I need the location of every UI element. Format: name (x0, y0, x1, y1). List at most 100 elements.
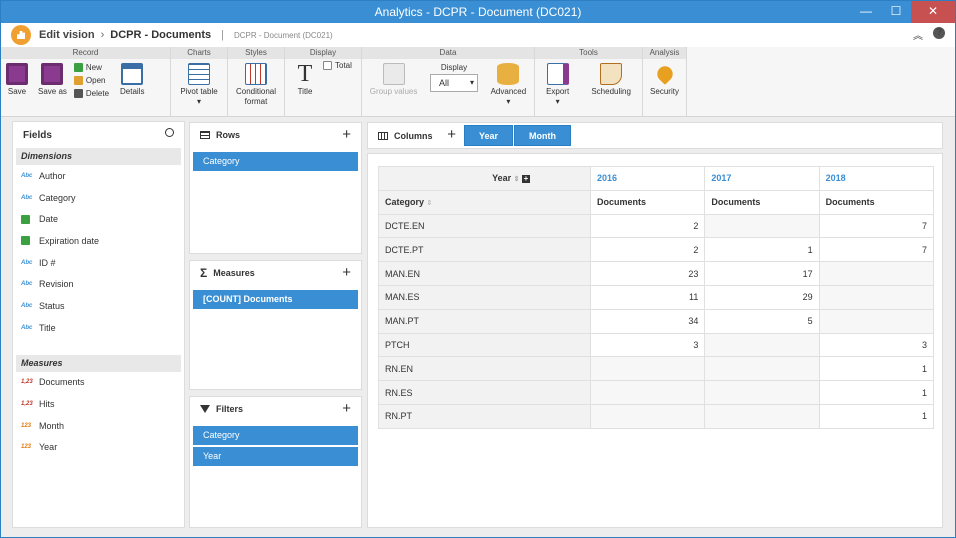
field-label: Year (39, 442, 58, 453)
field-label: Date (39, 214, 59, 225)
dimensions-item[interactable]: Abc Title (13, 317, 184, 339)
title-bar: Analytics - DCPR - Document (DC021) — ☐ … (1, 1, 955, 23)
pivot-table-button[interactable]: Pivot table ▾ (177, 63, 220, 107)
value-cell: 34 (589, 308, 706, 334)
measures-item[interactable]: 123 Month (13, 415, 184, 437)
category-cell: MAN.EN (378, 261, 591, 286)
window-title: Analytics - DCPR - Document (DC021) (374, 5, 582, 19)
close-button[interactable]: ✕ (911, 1, 955, 23)
measures-item[interactable]: 1,23 Documents (13, 372, 184, 394)
value-cell: 29 (704, 284, 820, 310)
table-row: PTCH 3 3 (378, 332, 935, 358)
delete-button[interactable]: Delete (73, 89, 109, 98)
dimensions-item[interactable]: Abc ID # (13, 252, 184, 274)
measures-item[interactable]: 1,23 Hits (13, 393, 184, 415)
field-label: ID # (39, 257, 56, 268)
measures-item[interactable]: 123 Year (13, 437, 184, 459)
table-row: RN.PT 1 (378, 403, 935, 429)
field-label: Author (39, 170, 66, 181)
edit-vision-link[interactable]: Edit vision (39, 29, 95, 41)
analytics-logo-icon (11, 25, 31, 45)
total-checkbox[interactable]: Total (323, 61, 352, 70)
chevron-down-icon: ▾ (555, 97, 560, 106)
new-button[interactable]: New (73, 63, 109, 72)
value-cell: 7 (818, 213, 935, 239)
dimensions-item[interactable]: Expiration date (13, 230, 184, 252)
add-filter-button[interactable]: + (342, 400, 351, 417)
number-type-icon: 1,23 (21, 379, 33, 386)
table-row: MAN.EN 23 17 (378, 261, 935, 286)
display-select[interactable]: All ▾ (429, 74, 478, 92)
row-chip-category[interactable]: Category (193, 152, 358, 171)
value-cell: 3 (818, 332, 935, 358)
group-values-button[interactable]: Group values (367, 63, 421, 97)
year-2016-header: 2016 (589, 166, 706, 191)
value-cell: 1 (704, 237, 820, 263)
scheduling-button[interactable]: Scheduling (588, 63, 634, 97)
dimensions-item[interactable]: Abc Author (13, 165, 184, 187)
column-chip-year[interactable]: Year (464, 125, 514, 146)
export-button[interactable]: Export ▾ (543, 63, 572, 107)
search-icon[interactable] (165, 128, 174, 137)
dimensions-header: Dimensions (16, 148, 181, 165)
record-group: Record Save Save as New Open Delete Deta… (1, 47, 171, 117)
app-window: Analytics - DCPR - Document (DC021) — ☐ … (0, 0, 956, 538)
year-header-cell[interactable]: Year ⇕ + (378, 166, 591, 191)
scheduling-icon (600, 63, 623, 85)
field-label: Expiration date (39, 235, 100, 246)
expand-plus-icon[interactable]: + (522, 175, 530, 184)
title-button[interactable]: T Title (291, 62, 319, 97)
value-cell: 1 (818, 356, 935, 382)
category-header-cell[interactable]: Category ⇕ (378, 189, 591, 215)
add-measure-button[interactable]: + (342, 264, 351, 281)
save-button[interactable]: Save (3, 63, 31, 97)
measure-chip-count-documents[interactable]: [COUNT] Documents (193, 290, 358, 309)
measure-header-2016: Documents (589, 189, 706, 215)
dimensions-item[interactable]: Abc Category (13, 187, 184, 209)
fields-title: Fields (23, 129, 52, 141)
open-button[interactable]: Open (73, 76, 109, 85)
calendar-icon (21, 214, 30, 224)
advanced-button[interactable]: Advanced ▾ (488, 63, 530, 107)
value-cell: 3 (589, 332, 706, 358)
dimensions-item[interactable]: Abc Status (13, 295, 184, 317)
add-column-button[interactable]: + (447, 126, 456, 143)
conditional-format-button[interactable]: Conditional format (228, 63, 284, 107)
rows-title: Rows (216, 130, 241, 140)
analysis-group: Analysis Security (643, 47, 687, 117)
value-cell (704, 332, 820, 358)
column-chip-month[interactable]: Month (514, 125, 572, 146)
pivot-area: Year ⇕ + 2016 2017 2018 Category ⇕ Docum… (367, 153, 943, 528)
charts-group: Charts Pivot table ▾ (171, 47, 228, 117)
field-label: Documents (39, 377, 85, 388)
filter-icon (200, 405, 210, 413)
add-row-button[interactable]: + (342, 126, 351, 143)
filter-chip-category[interactable]: Category (193, 426, 358, 445)
database-icon (497, 63, 520, 85)
filter-chip-year[interactable]: Year (193, 447, 358, 466)
table-row: DCTE.EN 2 7 (378, 213, 935, 239)
dimensions-item[interactable]: Abc Revision (13, 273, 184, 295)
category-cell: PTCH (378, 332, 591, 358)
dimensions-item[interactable]: Date (13, 208, 184, 230)
maximize-button[interactable]: ☐ (881, 1, 911, 23)
filters-panel: Filters + Category Year (189, 396, 362, 528)
value-cell: 2 (589, 213, 706, 239)
ribbon-toolbar: Record Save Save as New Open Delete Deta… (1, 47, 955, 117)
table-row: RN.ES 1 (378, 380, 935, 405)
value-cell (818, 308, 935, 334)
category-cell: DCTE.EN (378, 213, 591, 239)
data-group-label: Data (362, 47, 534, 59)
collapse-icon[interactable]: ︽ (913, 27, 923, 42)
save-as-button[interactable]: Save as (35, 63, 70, 97)
chevron-down-icon: ▾ (196, 97, 201, 106)
save-as-icon (41, 63, 64, 85)
help-icon[interactable]: ? (933, 27, 945, 39)
minimize-button[interactable]: — (851, 1, 881, 23)
security-button[interactable]: Security (647, 63, 682, 97)
group-values-icon (382, 63, 405, 85)
table-row: MAN.PT 34 5 (378, 308, 935, 334)
details-button[interactable]: Details (117, 63, 147, 97)
value-cell: 17 (704, 261, 820, 286)
field-label: Category (39, 192, 76, 203)
